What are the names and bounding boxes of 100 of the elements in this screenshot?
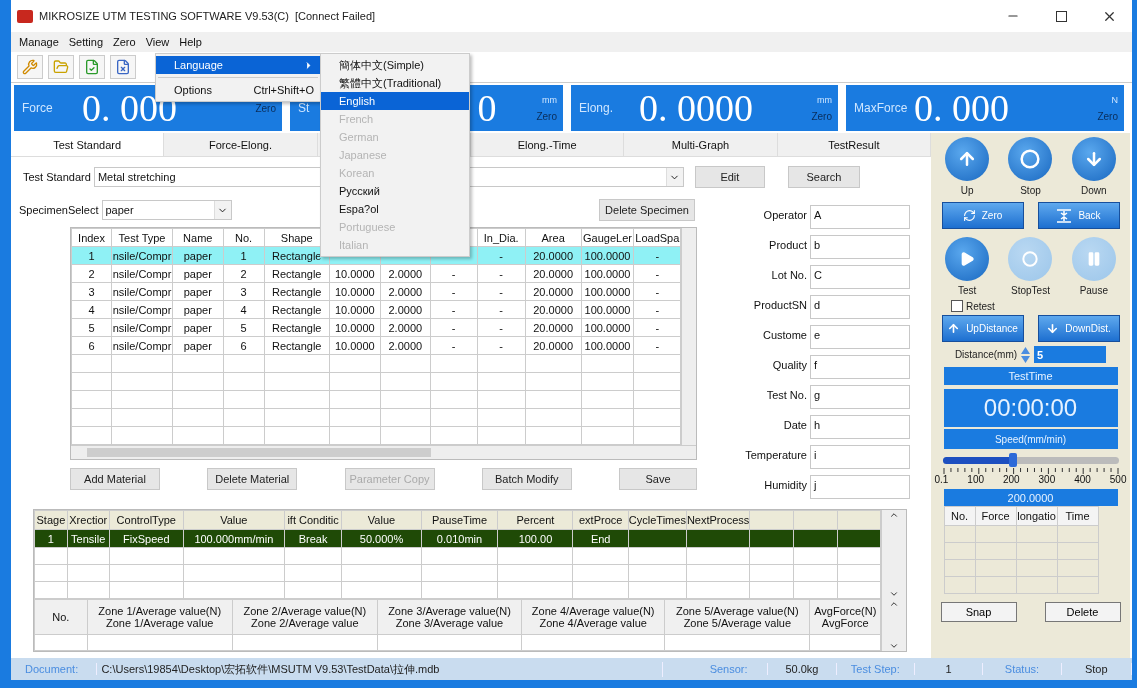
column-header: LoadSpa [633,228,681,247]
menu-item[interactable]: View [141,36,174,48]
arrow-down-icon [1046,322,1060,335]
column-header: Xrectior [67,510,110,530]
tab[interactable]: Test Standard [11,133,165,156]
delete-specimen-button[interactable]: Delete Specimen [599,199,695,221]
compress-arrows-icon [1056,208,1073,223]
tick-label: 500 [1109,474,1127,485]
field-label: Lot No. [770,269,807,281]
menu-item[interactable]: English [321,92,469,110]
distance-input[interactable]: 5 [1034,346,1107,363]
input-field[interactable]: C [810,265,910,289]
column-header: AvgForce(N) AvgForce [809,599,881,635]
action-button[interactable]: Save [619,468,697,490]
action-button[interactable]: Batch Modify [481,468,572,490]
column-header: Test Type [111,228,173,247]
field-label: Test No. [765,389,807,401]
field-label: Custome [761,329,807,341]
scroll-up-icon[interactable] [889,599,900,609]
input-field[interactable]: h [810,415,910,439]
column-header: Zone 2/Average value(N) Zone 2/Average value [232,599,378,635]
arrow-up-icon [947,322,961,335]
slider-thumb[interactable] [1008,453,1017,467]
field-label: Distance(mm) [954,349,1018,360]
button-label: Test [958,285,977,296]
test-time-value: 00:00:00 [943,389,1118,427]
field-label: Test Standard [23,171,91,183]
file-x-icon[interactable] [110,55,136,79]
readout-label: MaxForce [854,101,909,115]
field-label: ProductSN [752,299,807,311]
input-field[interactable]: j [810,475,910,499]
status-label: Document: [11,663,98,675]
play-icon [959,251,976,267]
jog-button[interactable] [1008,137,1053,181]
button-label: Pause [1079,285,1108,296]
maximize-icon [1055,10,1067,22]
scrollbar[interactable] [881,599,906,651]
scrollbar[interactable] [681,228,696,445]
status-value: Stop [1061,663,1132,675]
menu-item[interactable]: Zero [109,36,140,48]
action-button[interactable]: Add Material [70,468,160,490]
menu-item[interactable]: Language [156,56,320,74]
scrollbar[interactable] [71,445,696,459]
input-field[interactable]: i [810,445,910,469]
unit-label: mm [542,94,557,105]
jog-button[interactable] [1071,137,1116,181]
readout-label: Elong. [579,101,615,115]
scroll-down-icon[interactable] [889,641,900,651]
tick-label: 300 [1038,474,1056,485]
search-button[interactable]: Search [787,166,860,188]
column-header: Value [183,510,285,530]
menu-item[interactable]: 繁體中文(Traditional) [321,74,469,92]
column-header: NextProcess [686,510,750,530]
readout-label: Force [22,101,54,115]
menu-item[interactable]: Help [175,36,206,48]
field-label: Product [768,239,807,251]
folder-icon[interactable] [48,55,74,79]
column-header: extProce [572,510,629,530]
snap-button[interactable]: Snap [940,602,1017,622]
readout-value: 0. 0000 [639,88,753,128]
jog-button[interactable] [945,137,990,181]
action-button[interactable]: Delete Material [207,468,298,490]
spinner-arrows-icon[interactable] [1021,346,1031,363]
scroll-down-icon[interactable] [889,589,900,599]
menu-item[interactable]: Espa?ol [321,200,469,218]
input-field[interactable]: f [810,355,910,379]
input-field[interactable]: g [810,385,910,409]
menu-item[interactable]: Русский [321,182,469,200]
column-header: Zone 5/Average value(N) Zone 5/Average value [664,599,810,635]
tick-label: 200 [1002,474,1020,485]
status-value: 50.0kg [768,663,837,675]
delete-button[interactable]: Delete [1044,602,1121,622]
column-header: Time [1057,506,1098,526]
refresh-icon [962,209,976,222]
status-value: 1 [914,663,984,675]
tick-label: 0.1 [934,474,949,485]
checkbox[interactable] [951,300,963,312]
specimen-dropdown[interactable]: paper [101,200,232,220]
input-field[interactable]: A [810,205,910,229]
menu-item[interactable]: Manage [15,36,63,48]
column-header: GaugeLer [581,228,634,247]
test-control-button[interactable] [945,237,990,281]
edit-button[interactable]: Edit [694,166,765,188]
column-header: Zone 3/Average value(N) Zone 3/Average value [377,599,522,635]
column-header: No. [34,599,88,635]
menu-item[interactable]: 簡体中文(Simple) [321,56,469,74]
column-header: Area [525,228,582,247]
input-field[interactable]: b [810,235,910,259]
scrollbar[interactable] [881,510,906,599]
field-label: Temperature [744,449,807,461]
wrench-icon[interactable] [17,55,43,79]
column-header: Index [71,228,112,247]
button-label: Down [1081,185,1107,196]
field-label: Operator [762,209,807,221]
input-field[interactable]: e [810,325,910,349]
input-field[interactable]: d [810,295,910,319]
file-check-icon[interactable] [79,55,105,79]
scroll-up-icon[interactable] [889,510,900,520]
checkbox-label: Retest [966,300,995,312]
menu-item[interactable]: Setting [64,36,107,48]
